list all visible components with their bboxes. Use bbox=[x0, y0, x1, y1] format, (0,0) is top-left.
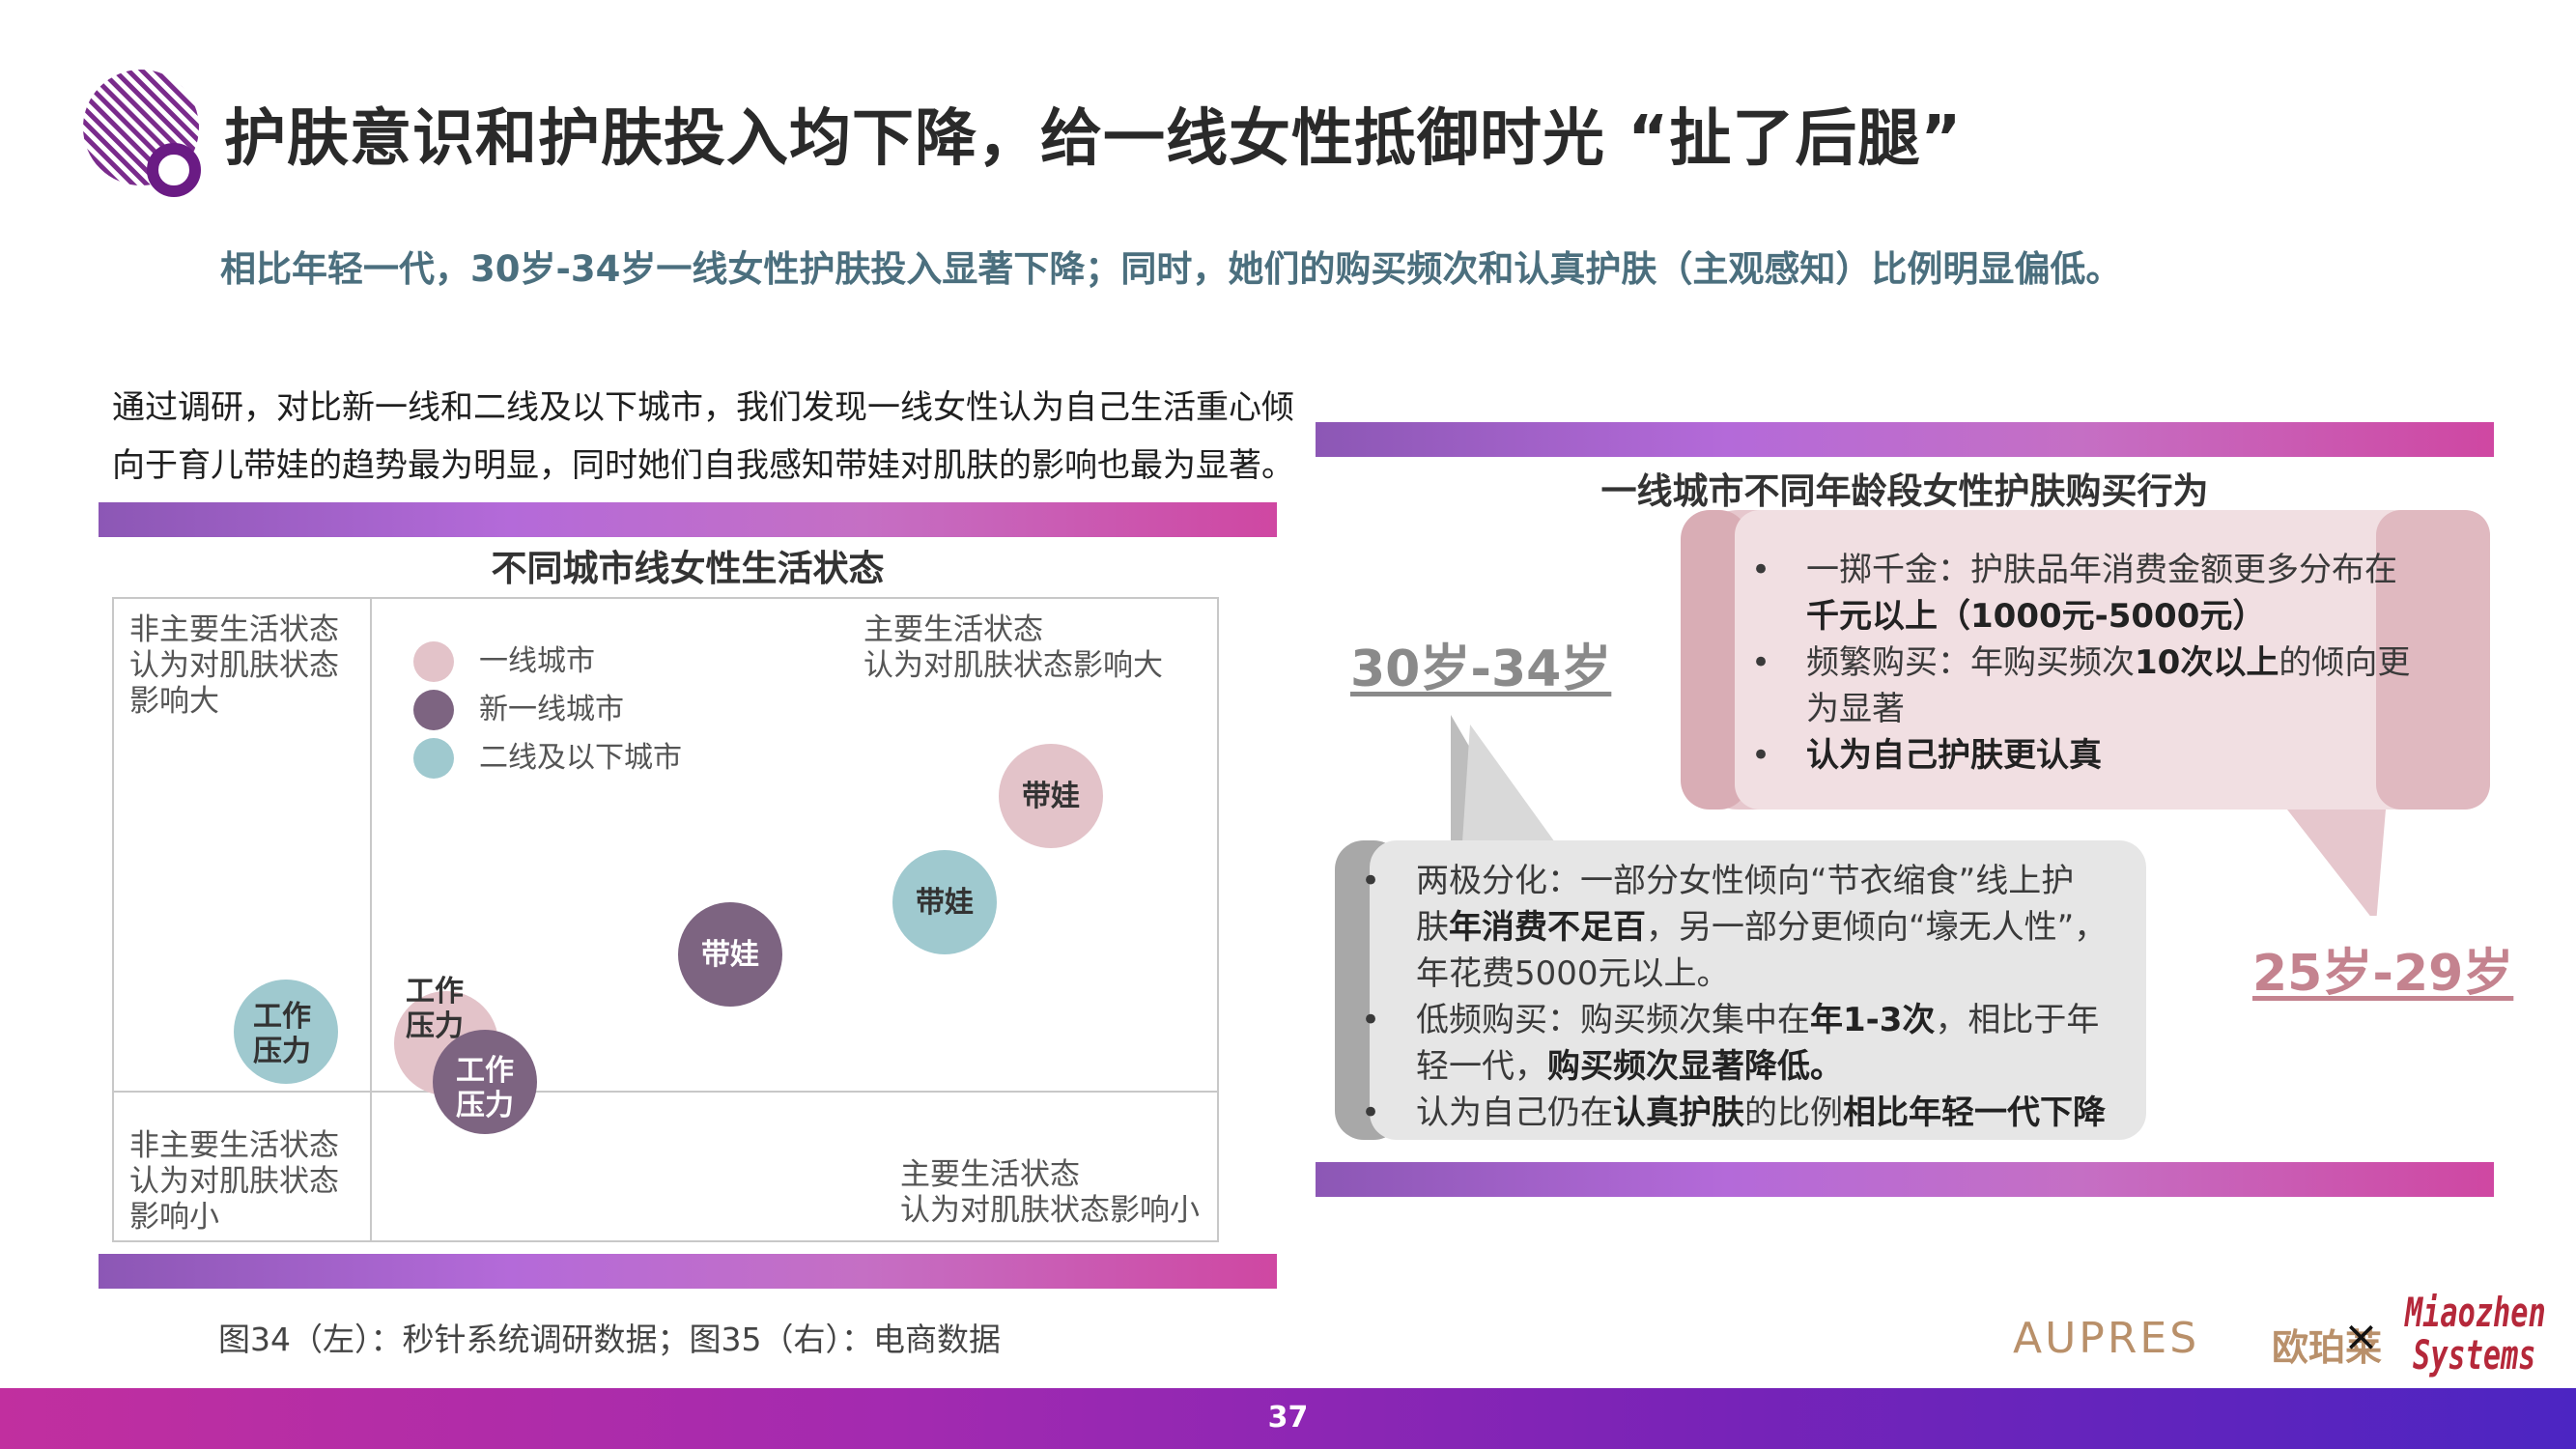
bullet-bold: 认为自己护肤更认真 bbox=[1806, 736, 2102, 775]
bubble-layer: 工作 压力 工作 压力 工作 压力 带娃 带娃 带娃 bbox=[234, 744, 1103, 1134]
right-section-title: 一线城市不同年龄段女性护肤购买行为 bbox=[1600, 470, 2209, 512]
bullet-item: • 频繁购买：年购买频次10次以上的倾向更 bbox=[1746, 639, 2422, 686]
bullet-item-continuation: 肤年消费不足百，另一部分更倾向“壕无人性”， bbox=[1356, 904, 2129, 951]
bullet-list-25-29: • 一掷千金：护肤品年消费金额更多分布在 千元以上（1000元-5000元） • 频… bbox=[1746, 547, 2422, 779]
bubble-label: 压力 bbox=[253, 1035, 311, 1068]
bubble-label: 工作 bbox=[456, 1054, 514, 1088]
bullet-text: ，相比于年 bbox=[1935, 1001, 2100, 1039]
left-chart-title: 不同城市线女性生活状态 bbox=[491, 548, 885, 589]
bullet-text: 低频购买：购买频次集中在 bbox=[1416, 1001, 1810, 1039]
page-subtitle: 相比年轻一代，30岁-34岁一线女性护肤投入显著下降；同时，她们的购买频次和认真… bbox=[220, 248, 2122, 290]
intro-line: 通过调研，对比新一线和二线及以下城市，我们发现一线女性认为自己生活重心倾 bbox=[112, 388, 1294, 427]
intro-line: 向于育儿带娃的趋势最为明显，同时她们自我感知带娃对肌肤的影响也最为显著。 bbox=[112, 446, 1294, 485]
gradient-divider bbox=[1316, 1162, 2494, 1197]
age-label-25-29: 25岁-29岁 bbox=[2252, 945, 2514, 1003]
bullet-dot: • bbox=[1750, 643, 1771, 682]
miaozhen-logo-line1: Miaozhen bbox=[2405, 1289, 2546, 1336]
bullet-item: • 认为自己仍在认真护肤的比例相比年轻一代下降 bbox=[1356, 1090, 2129, 1136]
bubble-label: 工作 bbox=[253, 1000, 311, 1034]
bullet-text: 年花费5000元以上。 bbox=[1416, 954, 1730, 993]
bullet-dot: • bbox=[1360, 1094, 1381, 1132]
gradient-divider bbox=[1316, 422, 2494, 457]
bullet-text: ，另一部分更倾向“壕无人性”， bbox=[1646, 908, 2108, 947]
bullet-item: • 认为自己护肤更认真 bbox=[1746, 732, 2422, 779]
bullet-dot: • bbox=[1750, 736, 1771, 775]
bullet-bold: 10次以上 bbox=[2135, 643, 2279, 682]
gradient-divider bbox=[99, 502, 1277, 537]
gradient-divider bbox=[99, 1254, 1277, 1289]
page-number: 37 bbox=[1267, 1401, 1309, 1435]
source-note: 图34（左）：秒针系统调研数据；图35（右）：电商数据 bbox=[218, 1321, 1001, 1358]
bubble-label: 压力 bbox=[406, 1009, 464, 1043]
times-icon: × bbox=[2343, 1312, 2379, 1361]
bullet-item-continuation: 为显著 bbox=[1746, 686, 2422, 732]
bullet-item: • 低频购买：购买频次集中在年1-3次，相比于年 bbox=[1356, 997, 2129, 1043]
bullet-text: 两极分化：一部分女性倾向“节衣缩食”线上护 bbox=[1416, 862, 2075, 900]
age-label-30-34: 30岁-34岁 bbox=[1350, 640, 1612, 698]
bubble-label: 带娃 bbox=[1022, 780, 1080, 813]
bullet-text: 轻一代， bbox=[1416, 1047, 1547, 1086]
bullet-dot: • bbox=[1360, 1001, 1381, 1039]
bullet-bold: 千元以上（1000元-5000元） bbox=[1806, 597, 2266, 636]
bullet-item-continuation: 年花费5000元以上。 bbox=[1356, 951, 2129, 997]
bullet-text: 为显著 bbox=[1806, 690, 1905, 728]
bullet-text: 认为自己仍在 bbox=[1416, 1094, 1613, 1132]
bullet-list-30-34: • 两极分化：一部分女性倾向“节衣缩食”线上护 肤年消费不足百，另一部分更倾向“壕… bbox=[1356, 858, 2129, 1136]
bubble-label: 压力 bbox=[456, 1089, 514, 1122]
bubble-label: 带娃 bbox=[701, 938, 759, 972]
bullet-text: 一掷千金：护肤品年消费金额更多分布在 bbox=[1806, 551, 2397, 589]
page-title: 护肤意识和护肤投入均下降，给一线女性抵御时光 “扯了后腿” bbox=[224, 103, 1963, 175]
bullet-text: 的比例 bbox=[1744, 1094, 1843, 1132]
quadrant-chart: 非主要生活状态 认为对肌肤状态 影响大 主要生活状态 认为对肌肤状态影响大 非主… bbox=[112, 597, 1219, 1242]
bullet-bold: 年1-3次 bbox=[1810, 1001, 1936, 1039]
bullet-bold: 年消费不足百 bbox=[1449, 908, 1646, 947]
bullet-bold: 相比年轻一代下降 bbox=[1843, 1094, 2106, 1132]
bullet-bold: 购买频次显著降低。 bbox=[1547, 1047, 1843, 1086]
bullet-item-continuation: 千元以上（1000元-5000元） bbox=[1746, 593, 2422, 639]
miaozhen-logo-line2: Systems bbox=[2413, 1331, 2536, 1378]
bullet-text: 肤 bbox=[1416, 908, 1449, 947]
striped-circle-logo-icon bbox=[83, 70, 201, 197]
bullet-text: 频繁购买：年购买频次 bbox=[1806, 643, 2135, 682]
bullet-text: 的倾向更 bbox=[2279, 643, 2411, 682]
intro-paragraph: 通过调研，对比新一线和二线及以下城市，我们发现一线女性认为自己生活重心倾 向于育… bbox=[112, 379, 1300, 495]
bullet-dot: • bbox=[1750, 551, 1771, 589]
bullet-item-continuation: 轻一代，购买频次显著降低。 bbox=[1356, 1043, 2129, 1090]
bullet-bold: 认真护肤 bbox=[1613, 1094, 1744, 1132]
bullet-item: • 一掷千金：护肤品年消费金额更多分布在 bbox=[1746, 547, 2422, 593]
aupres-logo: AUPRES bbox=[2013, 1314, 2200, 1363]
bullet-item: • 两极分化：一部分女性倾向“节衣缩食”线上护 bbox=[1356, 858, 2129, 904]
bubble-label: 工作 bbox=[406, 975, 464, 1009]
bubble-label: 带娃 bbox=[916, 886, 974, 920]
bullet-dot: • bbox=[1360, 862, 1381, 900]
